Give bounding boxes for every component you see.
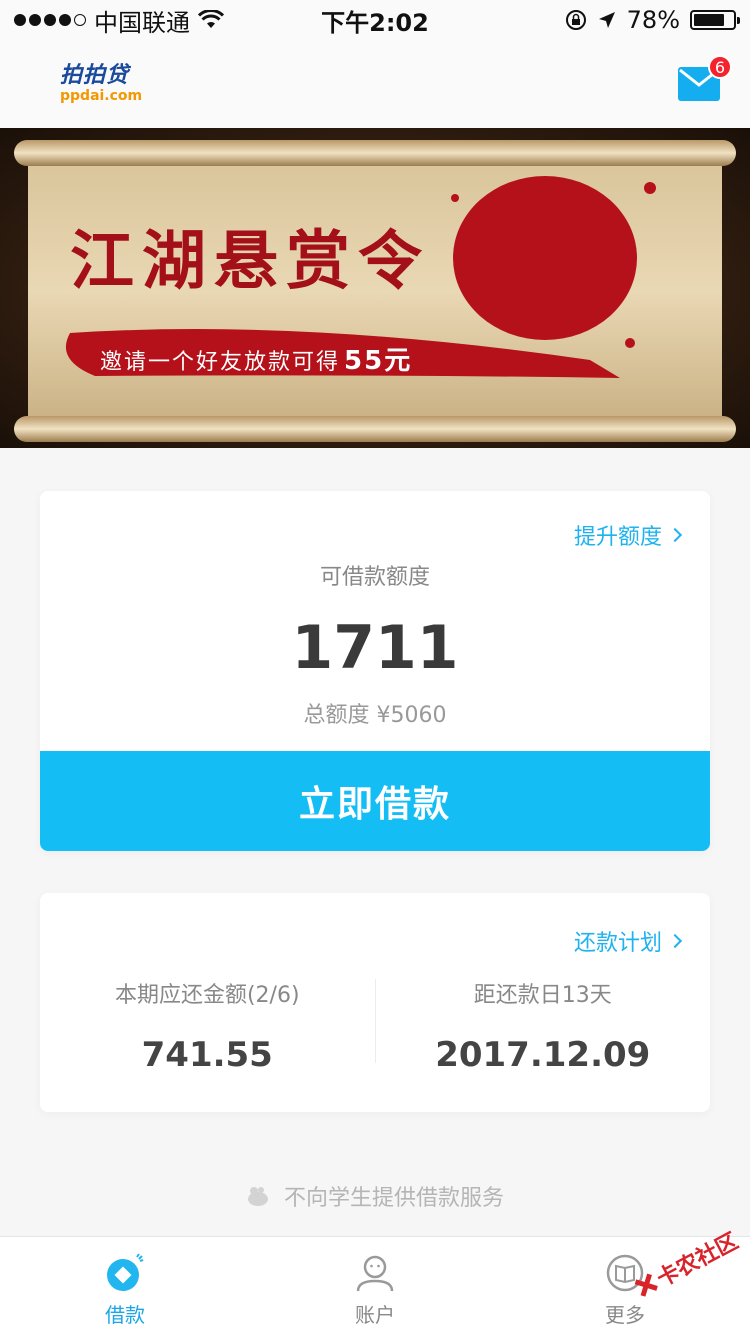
rotation-lock-icon	[565, 10, 586, 30]
notice-icon	[247, 1187, 268, 1206]
status-time: 下午2:02	[321, 8, 429, 37]
battery-icon	[690, 10, 740, 30]
unread-badge: 6	[708, 55, 732, 79]
ppdai-logo: 拍拍贷 ppdai.com	[60, 63, 143, 104]
location-arrow-icon	[598, 12, 615, 28]
wifi-icon	[198, 10, 224, 28]
current-due-label: 本期应还金额(2/6)	[114, 983, 300, 1008]
repayment-plan-label: 还款计划	[573, 931, 662, 956]
tab-borrow-label: 借款	[105, 1303, 145, 1327]
borrow-now-button[interactable]: 立即借款	[40, 751, 710, 851]
logo-sub-text: ppdai.com	[60, 88, 143, 104]
banner-subtitle: 邀请一个好友放款可得 55元	[100, 340, 412, 377]
tab-more-label: 更多	[605, 1303, 645, 1327]
banner-title: 江湖悬赏令	[70, 210, 430, 302]
raise-limit-link[interactable]: 提升额度	[573, 519, 683, 551]
borrow-coin-icon	[107, 1253, 144, 1291]
status-right: 78%	[476, 6, 740, 34]
due-date-value: 2017.12.09	[435, 1035, 651, 1075]
total-credit-label: 总额度 ¥5060	[303, 703, 447, 728]
tab-account-label: 账户	[355, 1303, 395, 1327]
user-icon	[356, 1255, 394, 1292]
notice-text: 不向学生提供借款服务	[283, 1186, 504, 1211]
chevron-right-icon	[667, 933, 683, 949]
status-bar: 中国联通 下午2:02 78%	[0, 0, 750, 40]
battery-level	[694, 14, 724, 26]
repayment-plan-link[interactable]: 还款计划	[573, 925, 683, 957]
days-to-due-label: 距还款日13天	[473, 983, 612, 1008]
battery-percent: 78%	[626, 6, 680, 34]
messages-button[interactable]: 6	[678, 55, 732, 101]
tab-account[interactable]: 账户	[250, 1237, 500, 1334]
signal-strength-icon	[14, 14, 86, 26]
tab-borrow[interactable]: 借款	[0, 1237, 250, 1334]
available-credit-value: 1711	[291, 613, 459, 683]
banner-title-text: 江湖悬赏令	[70, 224, 430, 299]
credit-card: 提升额度 可借款额度 1711 总额度 ¥5060 立即借款	[40, 491, 710, 851]
logo-main-text: 拍拍贷	[60, 63, 130, 88]
available-credit-label: 可借款额度	[319, 565, 430, 590]
banner-subtitle-text: 邀请一个好友放款可得	[100, 350, 341, 375]
current-due-amount: 741.55	[141, 1035, 273, 1075]
chevron-right-icon	[667, 527, 683, 543]
carrier-name: 中国联通	[94, 8, 190, 37]
due-date-column: 距还款日13天 2017.12.09	[376, 977, 711, 1087]
banner-reward-amount: 55元	[344, 346, 413, 376]
app-header: 拍拍贷 ppdai.com 6	[0, 40, 750, 128]
repayment-summary: 本期应还金额(2/6) 741.55 距还款日13天 2017.12.09	[40, 977, 710, 1087]
raise-limit-label: 提升额度	[573, 525, 662, 550]
current-due-column: 本期应还金额(2/6) 741.55	[40, 977, 375, 1087]
repayment-card: 还款计划 本期应还金额(2/6) 741.55 距还款日13天 2017.12.…	[40, 893, 710, 1112]
student-notice: 不向学生提供借款服务	[0, 1180, 750, 1212]
status-left: 中国联通	[14, 3, 274, 38]
promo-banner[interactable]: 江湖悬赏令 邀请一个好友放款可得 55元	[0, 128, 750, 448]
